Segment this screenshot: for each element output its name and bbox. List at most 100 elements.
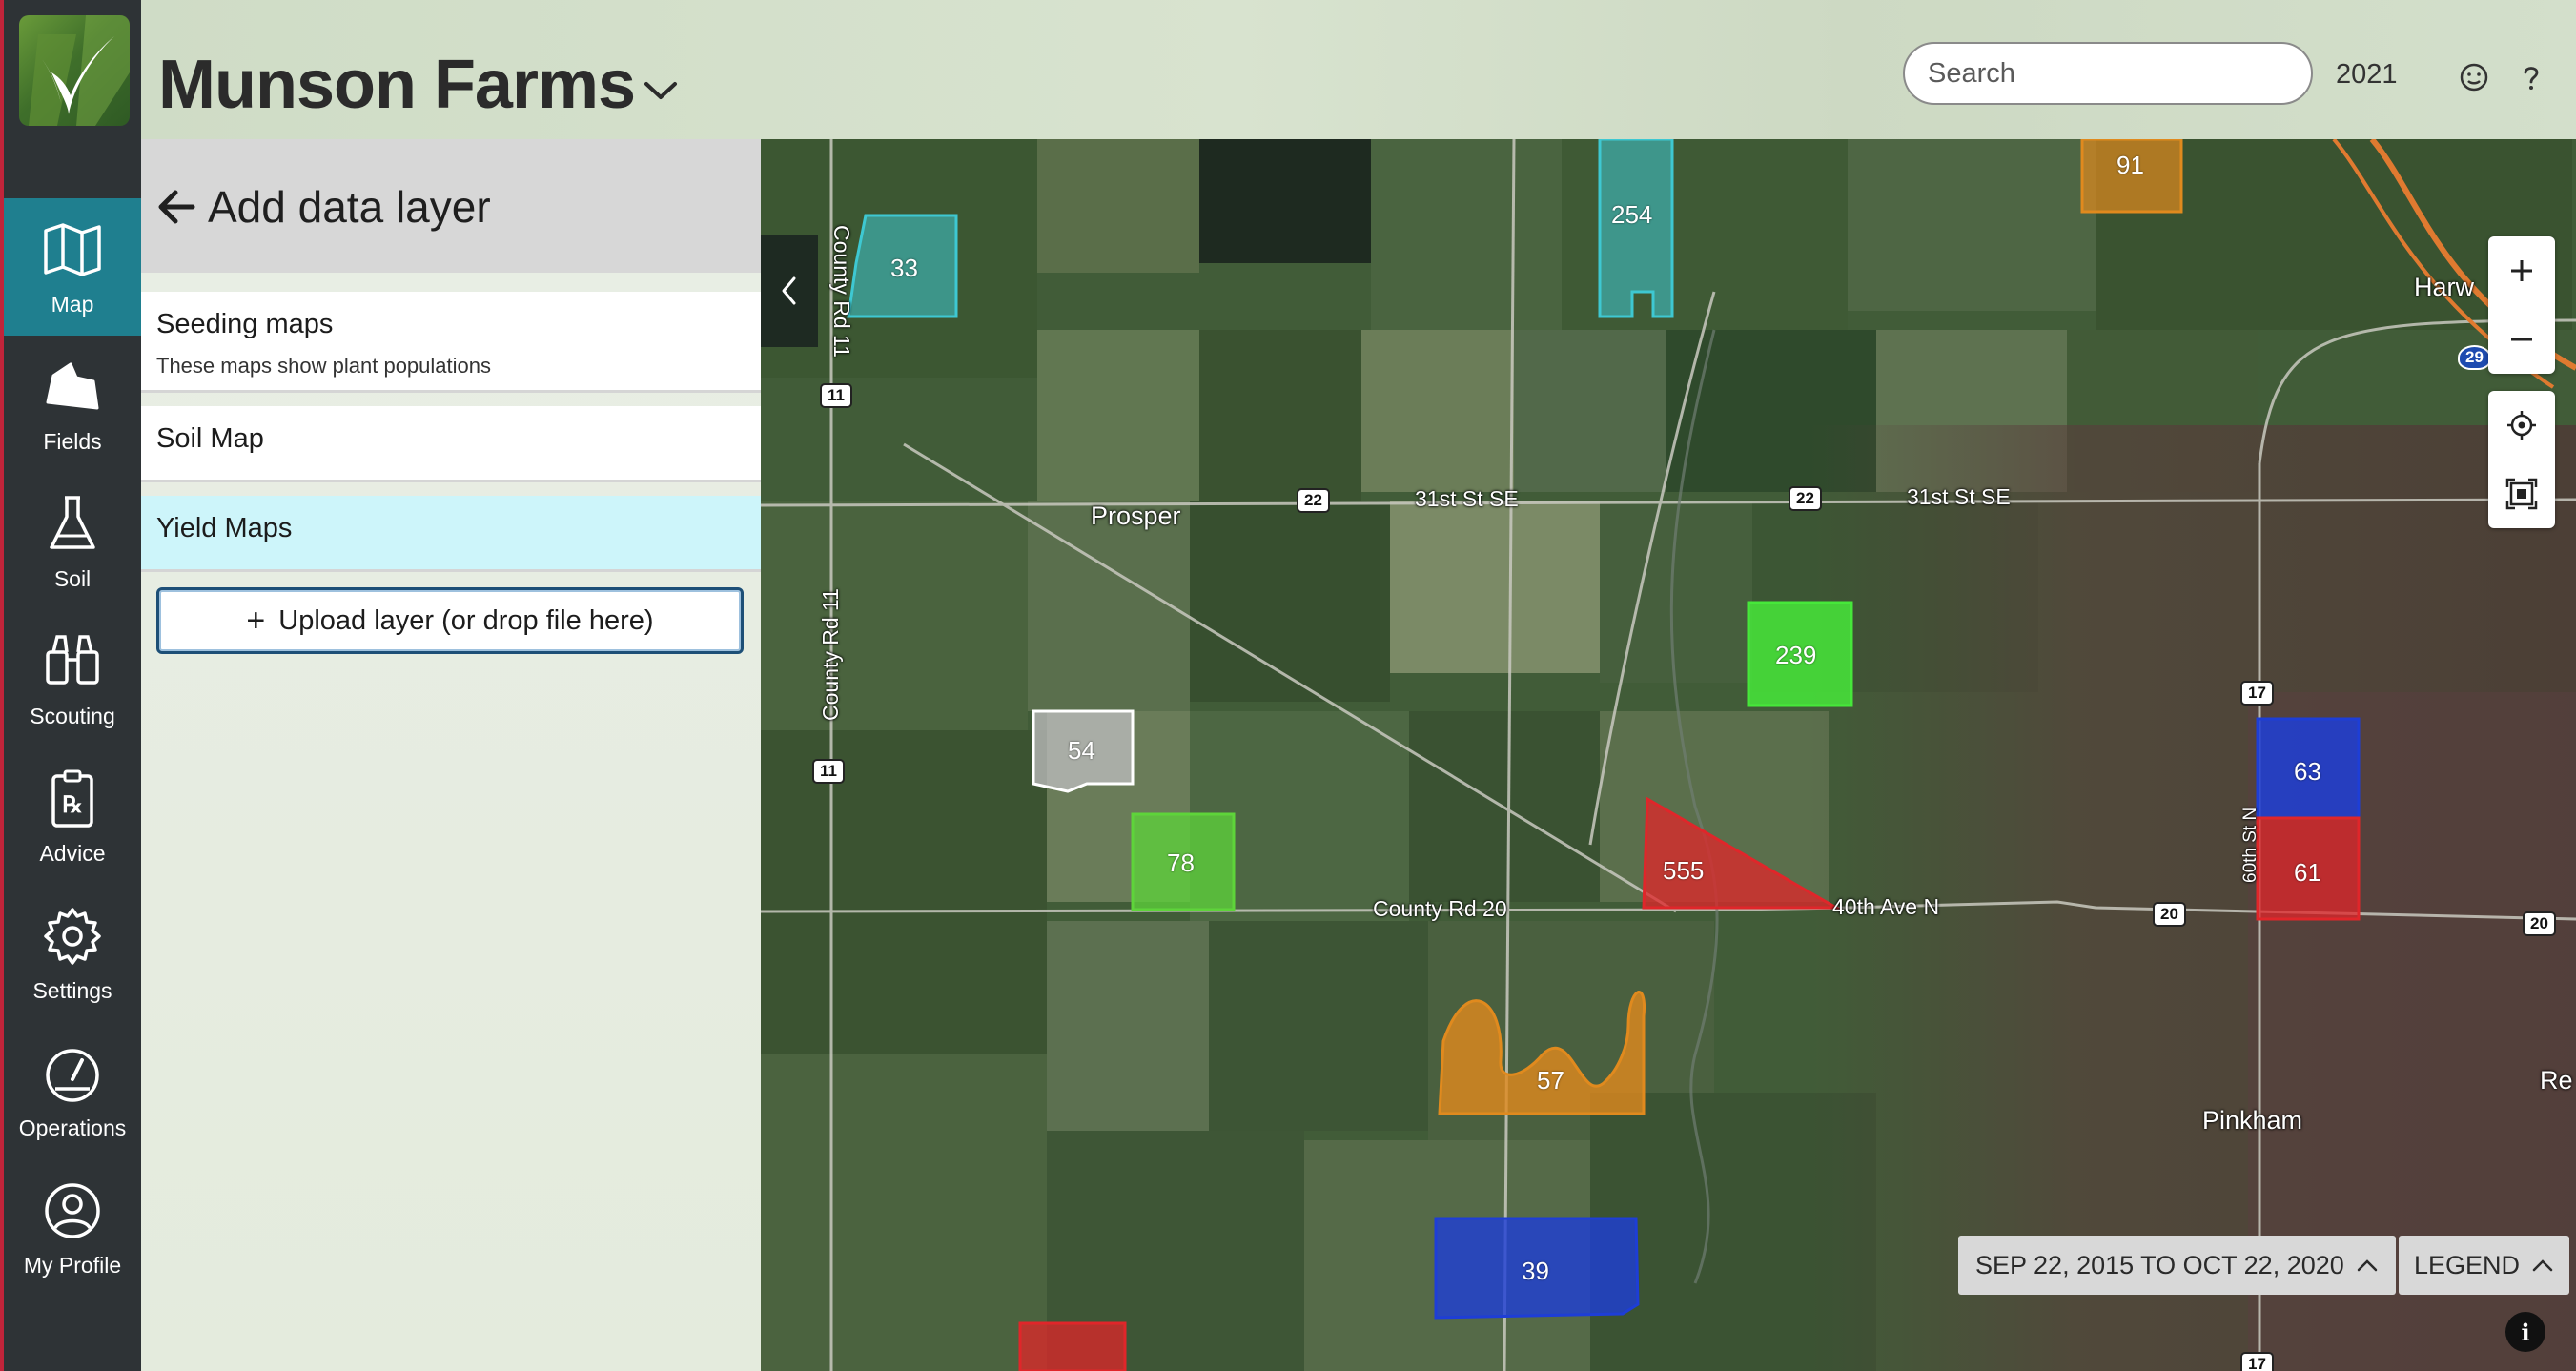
collapse-panel-button[interactable] [761,235,818,347]
layer-seeding-maps[interactable]: Seeding maps These maps show plant popul… [141,292,761,393]
map-icon [44,222,101,276]
nav-label-operations: Operations [18,1115,127,1140]
panel-header: Add data layer [141,139,761,273]
nav-label-map: Map [51,291,94,317]
date-range-text: SEP 22, 2015 TO OCT 22, 2020 [1975,1250,2344,1279]
nav-my-profile[interactable]: My Profile [4,1159,141,1297]
svg-text:℞: ℞ [62,790,83,818]
upload-label: Upload layer (or drop file here) [278,604,654,636]
layer-yield-maps[interactable]: Yield Maps [141,496,761,572]
road-shield-20-a: 20 [2153,902,2186,927]
road-county-rd-11-top: County Rd 11 [829,225,854,358]
field-label-78: 78 [1167,849,1195,877]
fit-to-fields-button[interactable] [2488,460,2555,528]
field-label-57: 57 [1537,1066,1564,1095]
chevron-left-icon [782,276,796,305]
map-view[interactable]: 33 254 91 239 54 78 555 63 61 57 39 Pros… [761,139,2576,1371]
layer-description: These maps show plant populations [156,354,491,378]
zoom-out-button[interactable] [2488,305,2555,374]
add-data-layer-panel: Add data layer Seeding maps These maps s… [141,139,761,1371]
road-shield-22-a: 22 [1297,488,1330,513]
top-header: Munson Farms 2021 [141,0,2576,139]
road-county-rd-20: County Rd 20 [1373,896,1507,921]
app-logo[interactable] [19,15,130,126]
minus-icon [2511,338,2532,341]
nav-operations[interactable]: Operations [4,1022,141,1159]
nav-fields[interactable]: Fields [4,336,141,473]
legend-toggle[interactable]: LEGEND [2399,1236,2570,1295]
help-icon[interactable] [2515,61,2547,93]
road-shield-20-b: 20 [2523,911,2556,936]
binoculars-icon [46,634,99,685]
nav-settings[interactable]: Settings [4,885,141,1022]
road-shield-22-b: 22 [1789,486,1822,511]
field-label-33: 33 [890,254,918,282]
farm-name[interactable]: Munson Farms [158,46,636,124]
nav-soil[interactable]: Soil [4,473,141,610]
upload-layer-button[interactable]: + Upload layer (or drop file here) [156,587,744,654]
place-harw: Harw [2414,273,2475,301]
road-shield-17-b: 17 [2240,1352,2274,1371]
nav-label-soil: Soil [53,565,92,591]
year-selector[interactable]: 2021 [2336,59,2398,91]
road-shield-11-a: 11 [820,383,852,408]
nav-rail: Map Fields Soil Scouting ℞ Advice Settin… [0,0,141,1371]
road-31st-st-se-b: 31st St SE [1907,484,2011,509]
zoom-in-button[interactable] [2488,236,2555,305]
gauge-icon [46,1048,99,1102]
leaf-logo-icon [29,15,130,126]
nav-label-advice: Advice [39,840,106,866]
gear-icon [44,907,101,965]
user-circle-icon [45,1182,100,1238]
nav-advice[interactable]: ℞ Advice [4,747,141,885]
field-label-54: 54 [1068,736,1095,765]
road-60th-st-n: 60th St N [2240,807,2260,883]
plus-icon: + [246,602,266,639]
field-label-239: 239 [1775,641,1817,669]
smiley-feedback-icon[interactable] [2458,61,2490,93]
place-pinkham: Pinkham [2202,1106,2303,1135]
nav-label-settings: Settings [32,977,112,1003]
chevron-down-icon[interactable] [641,76,681,105]
plus-icon [2511,260,2532,281]
nav-label-my-profile: My Profile [23,1252,122,1278]
back-arrow-icon[interactable] [156,187,196,227]
road-40th-ave-n: 40th Ave N [1832,894,1940,919]
field-label-91: 91 [2116,151,2144,179]
chevron-up-icon [2357,1259,2378,1272]
nav-map[interactable]: Map [4,198,141,336]
road-31st-st-se-a: 31st St SE [1415,486,1519,511]
place-prosper: Prosper [1091,501,1181,530]
layer-name: Soil Map [156,423,264,454]
layer-soil-map[interactable]: Soil Map [141,406,761,482]
field-shape-icon [46,362,99,409]
locate-me-button[interactable] [2488,391,2555,460]
location-controls [2488,391,2555,528]
nav-scouting[interactable]: Scouting [4,610,141,747]
fit-bounds-icon [2505,478,2538,510]
field-overlays [847,139,2361,1371]
field-label-555: 555 [1663,856,1705,885]
search-input[interactable] [1903,42,2313,105]
field-label-39: 39 [1522,1257,1549,1285]
chevron-up-icon [2532,1259,2553,1272]
crosshair-icon [2507,411,2536,440]
prescription-clipboard-icon: ℞ [51,769,93,828]
layer-name: Yield Maps [156,513,293,543]
date-range-selector[interactable]: SEP 22, 2015 TO OCT 22, 2020 [1958,1236,2396,1295]
info-icon[interactable]: i [2505,1312,2545,1352]
road-shield-17-a: 17 [2240,681,2274,706]
nav-label-scouting: Scouting [30,703,115,728]
field-555[interactable] [1642,796,1842,910]
flask-icon [50,495,95,549]
layer-name: Seeding maps [156,309,334,339]
field-label-254: 254 [1611,200,1653,229]
field-label-63: 63 [2294,757,2321,786]
legend-label: LEGEND [2414,1250,2521,1279]
zoom-controls [2488,236,2555,374]
interstate-shield-29: 29 [2458,345,2491,370]
panel-title: Add data layer [208,182,491,232]
field-label-61: 61 [2294,858,2321,887]
field-bottom-red[interactable] [1018,1321,1127,1371]
road-county-rd-11: County Rd 11 [818,588,843,721]
